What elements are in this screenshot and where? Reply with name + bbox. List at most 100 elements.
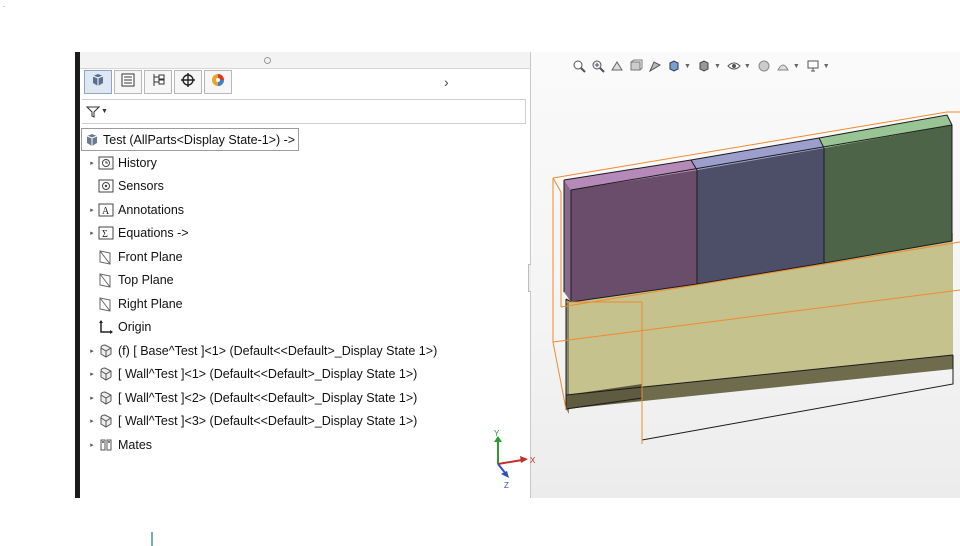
status-mark [151, 532, 153, 546]
tree-item[interactable]: Sensors [80, 175, 530, 199]
expand-arrow-icon[interactable]: ▸ [86, 229, 98, 237]
display-style-icon[interactable] [695, 57, 713, 75]
hide-show-icon[interactable] [725, 57, 743, 75]
dimxpert-icon [180, 72, 196, 93]
filter-bar[interactable]: ▼ [82, 99, 526, 124]
tree-item[interactable]: Front Plane [80, 245, 530, 269]
expand-arrow-icon[interactable]: ▸ [86, 441, 98, 449]
sensors-icon [98, 178, 114, 194]
tree-item-label: Mates [118, 437, 153, 452]
equations-icon: Σ [98, 225, 114, 241]
tree-item-label: History [118, 155, 157, 170]
tree-item[interactable]: ▸ [ Wall^Test ]<1> (Default<<Default>_Dis… [80, 363, 530, 387]
expand-arrow-icon[interactable]: ▸ [86, 417, 98, 425]
triad-y-label: Y [494, 429, 500, 438]
tab-dimxpert[interactable] [174, 70, 202, 94]
expand-arrow-icon[interactable]: ▸ [86, 159, 98, 167]
wall-1-side-face [564, 180, 571, 302]
tree-item[interactable]: ▸ A Annotations [80, 198, 530, 222]
part-icon [98, 366, 114, 382]
tree-item[interactable]: Right Plane [80, 292, 530, 316]
zoom-to-area-icon[interactable] [589, 57, 607, 75]
apply-scene-icon[interactable] [774, 57, 792, 75]
corner-dot: . [3, 0, 6, 9]
plane-icon [98, 296, 114, 312]
filter-dropdown-icon[interactable]: ▼ [101, 108, 108, 115]
wall-2-front-face [697, 148, 824, 284]
tab-display-manager[interactable] [204, 70, 232, 94]
tree-item-label: Top Plane [118, 273, 174, 288]
tree-item[interactable]: Origin [80, 316, 530, 340]
svg-text:A: A [102, 206, 110, 217]
grip-handle-icon[interactable] [264, 57, 271, 64]
tab-property-manager[interactable] [114, 70, 142, 94]
svg-text:Σ: Σ [102, 229, 108, 240]
root-label: Test (AllParts<Display State-1>) -> [103, 132, 296, 147]
history-icon [98, 155, 114, 171]
tree-item-label: Equations -> [118, 226, 189, 241]
annotations-icon: A [98, 202, 114, 218]
tree-item-label: Annotations [118, 202, 185, 217]
tree-item-label: Front Plane [118, 249, 183, 264]
edit-appearance-icon[interactable] [755, 57, 773, 75]
part-icon [98, 390, 114, 406]
expand-arrow-icon[interactable]: ▸ [86, 394, 98, 402]
expand-arrow-icon[interactable]: ▸ [86, 206, 98, 214]
tab-feature-tree[interactable] [84, 70, 112, 94]
tree-item[interactable]: ▸ (f) [ Base^Test ]<1> (Default<<Default>… [80, 339, 530, 363]
feature-tree-icon [90, 72, 106, 93]
tree-item-label: [ Wall^Test ]<3> (Default<<Default>_Disp… [118, 414, 418, 429]
tree-item-label: (f) [ Base^Test ]<1> (Default<<Default>_… [118, 343, 438, 358]
reference-triad: Y X Z [484, 428, 544, 492]
model-view [552, 111, 960, 444]
view-orientation-icon[interactable] [665, 57, 683, 75]
feature-manager-panel: › ▼ Test (AllParts<Display State-1>) -> … [80, 52, 531, 498]
panel-grip-bar[interactable] [80, 52, 530, 69]
tree-item[interactable]: ▸ Mates [80, 433, 530, 457]
feature-manager-tabs [84, 70, 234, 96]
tab-configuration-manager[interactable] [144, 70, 172, 94]
display-manager-icon [210, 72, 226, 93]
expand-arrow-icon[interactable]: ▸ [86, 347, 98, 355]
tree-item-label: Right Plane [118, 296, 183, 311]
triad-x-label: X [530, 456, 536, 465]
tree-item[interactable]: ▸ [ Wall^Test ]<2> (Default<<Default>_Dis… [80, 386, 530, 410]
wall-3-front-face [824, 125, 952, 263]
tree-item[interactable]: Top Plane [80, 269, 530, 293]
assembly-root-node[interactable]: Test (AllParts<Display State-1>) -> [81, 128, 300, 151]
part-icon [98, 413, 114, 429]
tree-item[interactable]: ▸ History [80, 151, 530, 175]
view-orientation-dropdown-icon[interactable]: ▼ [684, 63, 691, 70]
graphics-viewport[interactable] [531, 52, 960, 498]
heads-up-view-toolbar: ▼ ▼ ▼ ▼ ▼ [570, 56, 834, 76]
apply-scene-dropdown-icon[interactable]: ▼ [793, 63, 800, 70]
tree-item[interactable]: ▸ [ Wall^Test ]<3> (Default<<Default>_Dis… [80, 410, 530, 434]
display-style-dropdown-icon[interactable]: ▼ [714, 63, 721, 70]
tree-item-label: [ Wall^Test ]<1> (Default<<Default>_Disp… [118, 367, 418, 382]
dynamic-annotation-icon[interactable] [646, 57, 664, 75]
triad-z-label: Z [504, 481, 509, 490]
hide-show-dropdown-icon[interactable]: ▼ [744, 63, 751, 70]
tree-item-label: Sensors [118, 179, 164, 194]
section-view-icon[interactable] [627, 57, 645, 75]
origin-icon [98, 319, 114, 335]
filter-icon[interactable] [86, 105, 100, 119]
wall-1-front-face [571, 170, 697, 302]
mates-icon [98, 437, 114, 453]
expand-arrow-icon[interactable]: ▸ [86, 370, 98, 378]
view-settings-icon[interactable] [804, 57, 822, 75]
part-icon [98, 343, 114, 359]
plane-icon [98, 272, 114, 288]
view-settings-dropdown-icon[interactable]: ▼ [823, 63, 830, 70]
plane-icon [98, 249, 114, 265]
feature-tree: ▸ History Sensors ▸ A Annotations ▸ Σ Equations … [80, 151, 530, 457]
chevron-right-icon[interactable]: › [444, 74, 449, 90]
property-manager-icon [120, 72, 136, 93]
zoom-to-fit-icon[interactable] [570, 57, 588, 75]
assembly-icon [84, 132, 99, 147]
configuration-manager-icon [150, 72, 166, 93]
tree-item[interactable]: ▸ Σ Equations -> [80, 222, 530, 246]
tree-item-label: Origin [118, 320, 152, 335]
tree-item-label: [ Wall^Test ]<2> (Default<<Default>_Disp… [118, 390, 418, 405]
previous-view-icon[interactable] [608, 57, 626, 75]
